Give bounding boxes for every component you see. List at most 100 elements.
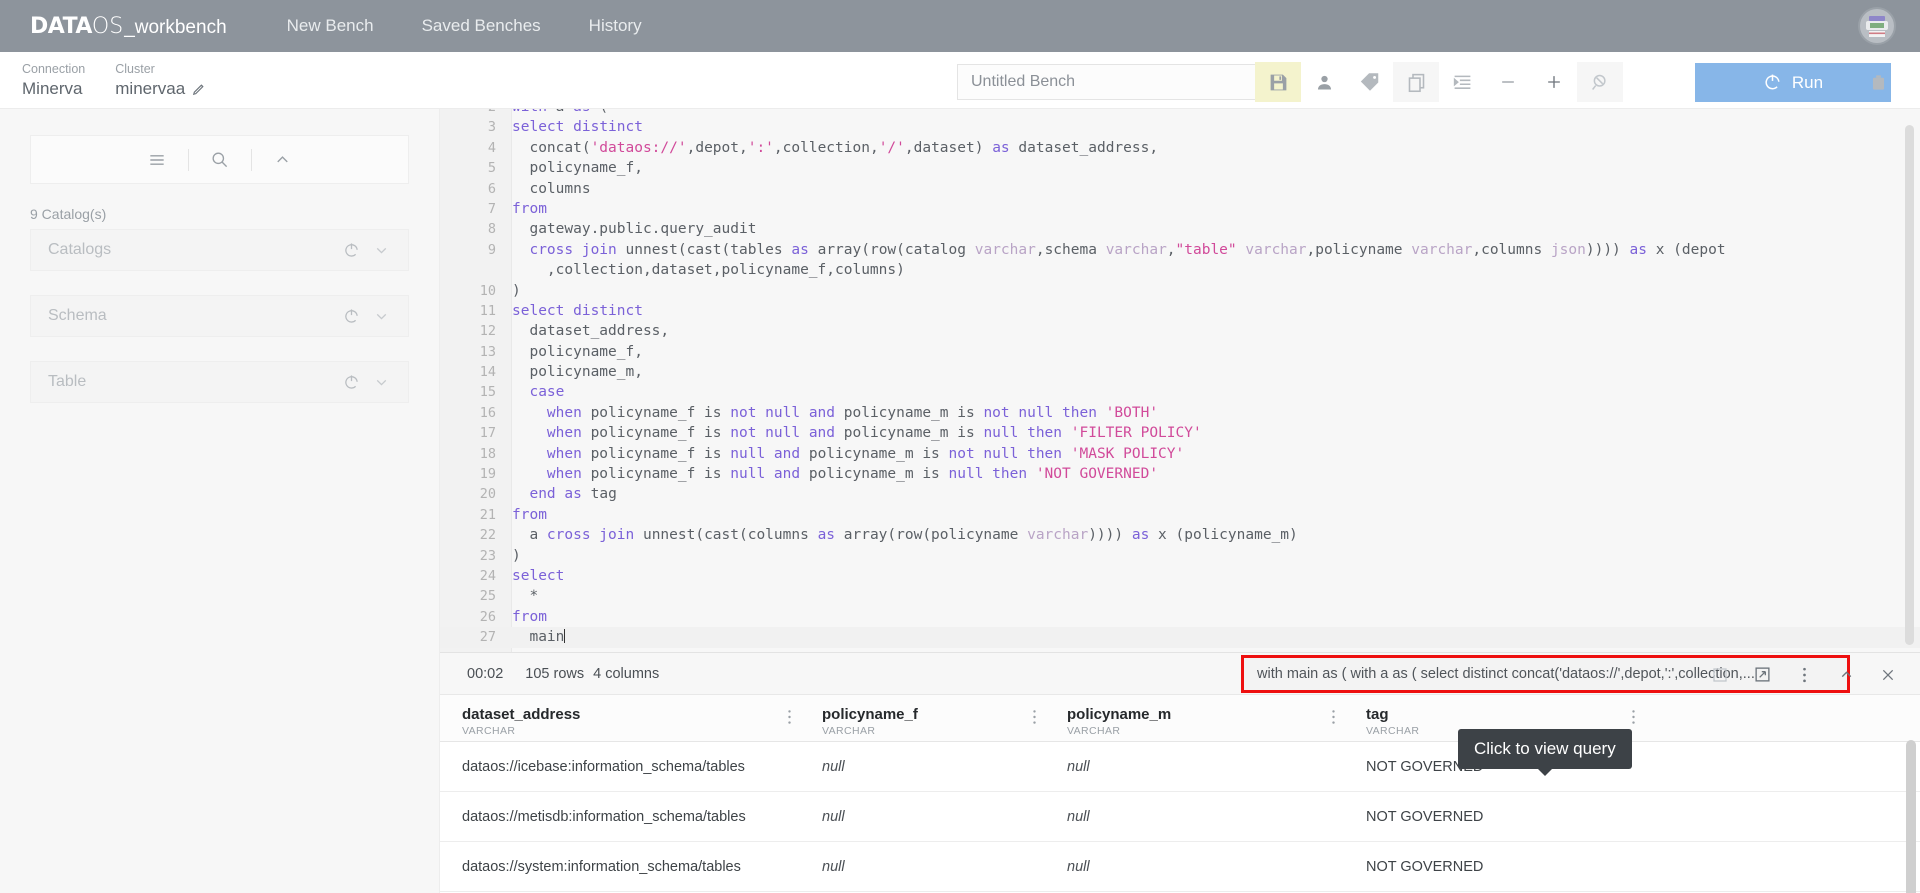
trash-icon[interactable] (1864, 68, 1892, 96)
more-vertical-icon[interactable] (1331, 709, 1336, 725)
code-token: , (1166, 241, 1176, 258)
cell-dataset-address: dataos://system:information_schema/table… (462, 858, 741, 875)
row-count: 105 rows (525, 665, 585, 682)
code-token: a (512, 527, 547, 544)
code-token: '/' (878, 139, 905, 156)
table-row[interactable]: dataos://metisdb:information_schema/tabl… (440, 792, 1920, 842)
code-token: then (992, 466, 1028, 483)
pencil-icon[interactable] (192, 82, 206, 96)
bench-name-input[interactable] (957, 64, 1279, 100)
results-table-scrollbar[interactable] (1906, 740, 1916, 893)
code-line: 24 select (440, 566, 1920, 586)
save-icon[interactable] (1255, 62, 1301, 102)
code-token: 'dataos://' (590, 139, 687, 156)
code-token: select (512, 567, 565, 584)
connection-group: Connection Minerva (22, 61, 85, 100)
code-token: as (791, 241, 809, 258)
code-token: select (512, 302, 565, 319)
code-token: ,schema (1035, 241, 1106, 258)
more-vertical-icon[interactable] (787, 709, 792, 725)
zoom-out-minus-icon[interactable] (1485, 62, 1531, 102)
search-icon[interactable] (189, 150, 251, 169)
code-token: when (546, 466, 582, 483)
code-token: ) (512, 282, 521, 299)
cell-policyname-m: null (1067, 758, 1090, 775)
brand-logo[interactable]: DATA OS _workbench (30, 14, 227, 39)
sql-editor[interactable]: 2 with a as (3 select distinct 4 concat('da… (440, 109, 1920, 652)
cluster-value-row: minervaa (115, 78, 206, 100)
zoom-in-plus-icon[interactable] (1531, 62, 1577, 102)
table-row[interactable]: dataos://icebase:information_schema/tabl… (440, 742, 1920, 792)
refresh-icon[interactable] (336, 374, 366, 391)
chevron-down-icon[interactable] (366, 308, 396, 325)
run-button[interactable]: Run (1695, 63, 1891, 102)
search-off-icon[interactable] (1577, 62, 1623, 102)
close-icon[interactable] (1878, 665, 1898, 685)
line-number: 26 (479, 608, 496, 625)
list-menu-icon[interactable] (126, 150, 188, 170)
cell-policyname-m: null (1067, 858, 1090, 875)
line-number: 22 (479, 527, 496, 544)
catalogs-select[interactable]: Catalogs (30, 229, 409, 271)
chevron-up-icon[interactable] (252, 150, 314, 169)
line-number: 6 (487, 180, 496, 197)
code-token: when (546, 445, 582, 462)
nav-link-saved-benches[interactable]: Saved Benches (398, 16, 565, 36)
chevron-down-icon[interactable] (366, 242, 396, 259)
editor-code[interactable]: 2 with a as (3 select distinct 4 concat('da… (440, 109, 1920, 648)
code-line: 9 cross join unnest(cast(tables as array… (440, 240, 1920, 260)
more-vertical-icon[interactable] (1032, 709, 1037, 725)
format-indent-icon[interactable] (1439, 62, 1485, 102)
nav-link-new-bench[interactable]: New Bench (263, 16, 398, 36)
line-number: 11 (479, 302, 496, 319)
refresh-icon (1763, 73, 1782, 92)
refresh-icon[interactable] (336, 308, 366, 325)
line-number: 16 (479, 404, 496, 421)
code-token: 'NOT GOVERNED' (1035, 466, 1159, 483)
catalog-count-label: 9 Catalog(s) (30, 206, 107, 222)
text-cursor (564, 629, 566, 644)
more-vertical-icon[interactable] (1794, 665, 1814, 685)
share-user-icon[interactable] (1301, 62, 1347, 102)
table-select[interactable]: Table (30, 361, 409, 403)
code-line: 4 concat('dataos://',depot,':',collectio… (440, 138, 1920, 158)
code-line: 3 select distinct (440, 117, 1920, 137)
nav-link-history[interactable]: History (565, 16, 666, 36)
code-token: ,collection,dataset,policyname_f,columns… (512, 262, 905, 279)
column-type: VARCHAR (1067, 725, 1121, 737)
table-row[interactable]: dataos://system:information_schema/table… (440, 842, 1920, 892)
connection-cluster-group: Connection Minerva Cluster minervaa (0, 61, 206, 100)
expand-panel-icon[interactable] (1752, 665, 1772, 685)
schema-select[interactable]: Schema (30, 295, 409, 337)
column-header-policyname-f[interactable]: policyname_f VARCHAR (806, 695, 1051, 742)
line-number: 3 (487, 119, 496, 136)
copy-icon[interactable] (1393, 62, 1439, 102)
code-token: from (512, 608, 547, 625)
column-type: VARCHAR (822, 725, 876, 737)
more-vertical-icon[interactable] (1631, 709, 1636, 725)
code-token: as (817, 527, 836, 544)
tag-icon[interactable] (1347, 62, 1393, 102)
column-header-policyname-m[interactable]: policyname_m VARCHAR (1051, 695, 1350, 742)
select-square-icon[interactable] (1710, 665, 1730, 685)
column-header-dataset-address[interactable]: dataset_address VARCHAR (440, 695, 806, 742)
code-token: null (983, 425, 1019, 442)
user-avatar-icon[interactable] (1858, 7, 1896, 45)
cell-policyname-f: null (822, 758, 845, 775)
brand-workbench-text: _workbench (124, 16, 227, 38)
code-token: with (512, 109, 547, 115)
code-token: not null (948, 445, 1019, 462)
editor-vertical-scrollbar[interactable] (1905, 125, 1914, 645)
chevron-down-icon[interactable] (366, 374, 396, 391)
code-token: columns (512, 180, 591, 197)
code-token: varchar (1105, 241, 1167, 258)
column-name: dataset_address (462, 706, 581, 723)
chevron-up-icon[interactable] (1836, 665, 1856, 685)
code-token: policyname_m is (800, 445, 949, 462)
cell-policyname-f: null (822, 858, 845, 875)
refresh-icon[interactable] (336, 242, 366, 259)
